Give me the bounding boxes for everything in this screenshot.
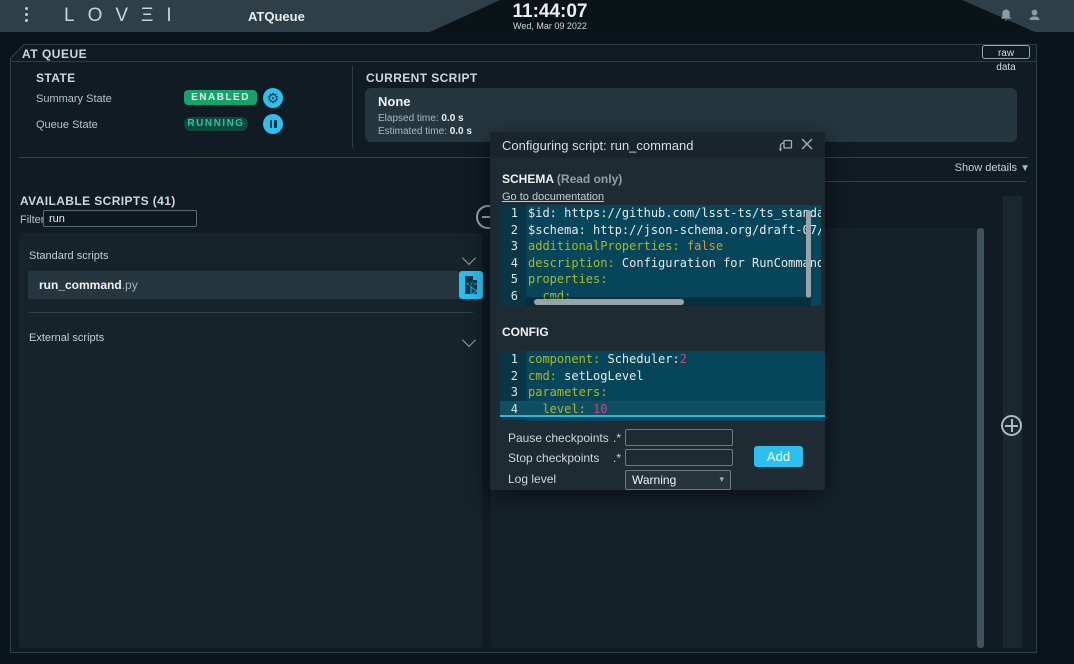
navbar-right-section	[962, 0, 1074, 32]
schema-horizontal-scrollbar[interactable]	[534, 299, 684, 305]
view-title: ATQueue	[248, 9, 305, 24]
raw-data-button[interactable]: raw data	[982, 45, 1030, 59]
code-line: 4description: Configuration for RunComma…	[500, 255, 821, 272]
code-line: 1$id: https://github.com/lsst-ts/ts_stan…	[500, 205, 821, 222]
code-line: 2$schema: http://json-schema.org/draft-0…	[500, 222, 821, 239]
queue-state-badge: RUNNING	[184, 117, 248, 131]
summary-state-label: Summary State	[36, 93, 112, 105]
top-navbar: LOVΞI ATQueue 11:44:07 Wed, Mar 09 2022	[0, 0, 1074, 32]
pause-checkpoints-label: Pause checkpoints	[508, 431, 609, 445]
config-editor[interactable]: 1component: Scheduler:22cmd: setLogLevel…	[500, 351, 825, 421]
stop-checkpoints-label: Stop checkpoints	[508, 451, 599, 465]
schema-heading: SCHEMA (Read only)	[502, 172, 622, 186]
detach-window-icon[interactable]	[779, 139, 793, 157]
stop-checkpoints-row: Stop checkpoints .*	[508, 449, 748, 466]
code-line: 5properties:	[500, 271, 821, 288]
current-script-name: None	[378, 94, 411, 109]
external-scripts-group[interactable]: External scripts	[19, 327, 482, 351]
code-line: 1component: Scheduler:2	[500, 351, 825, 368]
available-scripts-list: Standard scripts run_command.py </> Exte…	[19, 233, 482, 648]
configure-script-modal: Configuring script: run_command SCHEMA (…	[490, 132, 825, 490]
chevron-down-icon	[462, 251, 476, 265]
gear-icon: ⚙	[267, 88, 280, 108]
schema-editor[interactable]: 1$id: https://github.com/lsst-ts/ts_stan…	[500, 205, 821, 306]
panel-title: AT QUEUE	[22, 47, 87, 61]
regex-hint: .*	[613, 451, 621, 465]
state-script-divider	[352, 66, 353, 148]
menu-dots-icon[interactable]	[25, 7, 29, 25]
configure-script-button[interactable]: </>	[459, 271, 483, 299]
stop-checkpoints-input[interactable]	[625, 449, 733, 466]
add-circle-icon[interactable]	[1001, 415, 1022, 436]
documentation-link[interactable]: Go to documentation	[502, 191, 604, 203]
close-icon[interactable]	[800, 137, 814, 156]
code-line: 2cmd: setLogLevel	[500, 368, 825, 385]
code-line: 3additionalProperties: false	[500, 238, 821, 255]
love-atqueue-screen: LOVΞI ATQueue 11:44:07 Wed, Mar 09 2022 …	[0, 0, 1074, 664]
summary-state-badge: ENABLED	[184, 90, 257, 105]
log-level-select[interactable]: Warning ▾	[625, 470, 731, 490]
clock-time: 11:44:07	[460, 2, 640, 22]
pause-checkpoints-row: Pause checkpoints .*	[508, 429, 748, 446]
queue-scrollbar[interactable]	[977, 228, 984, 648]
clock-date: Wed, Mar 09 2022	[460, 22, 640, 31]
external-scripts-label: External scripts	[29, 332, 104, 344]
summary-state-gear-button[interactable]: ⚙	[263, 88, 283, 108]
estimated-time-row: Estimated time: 0.0 s	[378, 126, 472, 137]
log-level-row: Log level Warning ▾	[508, 470, 748, 487]
pause-queue-button[interactable]	[263, 114, 283, 134]
panel-header-divider	[11, 61, 1036, 62]
log-level-label: Log level	[508, 472, 556, 486]
code-line: 4 level: 10	[500, 401, 825, 418]
log-level-value: Warning	[632, 473, 676, 487]
group-divider	[28, 312, 473, 313]
pause-icon	[270, 120, 277, 128]
pause-checkpoints-input[interactable]	[625, 429, 733, 446]
love-logo: LOVΞI	[64, 5, 185, 27]
notifications-bell-icon[interactable]	[998, 8, 1014, 29]
schema-vertical-scrollbar[interactable]	[806, 210, 811, 298]
chevron-down-icon: ▼	[1020, 163, 1030, 174]
chevron-down-icon	[462, 333, 476, 347]
modal-title: Configuring script: run_command	[502, 138, 693, 153]
modal-titlebar: Configuring script: run_command	[490, 132, 825, 158]
current-script-heading: CURRENT SCRIPT	[366, 71, 478, 85]
user-icon[interactable]	[1026, 8, 1043, 29]
script-launch-icon: </>	[463, 275, 479, 295]
script-name: run_command.py	[39, 278, 138, 292]
dropdown-arrow-icon: ▾	[719, 474, 724, 485]
code-line: 3parameters:	[500, 384, 825, 401]
standard-scripts-label: Standard scripts	[29, 250, 108, 262]
config-heading: CONFIG	[502, 325, 549, 339]
add-button[interactable]: Add	[754, 446, 803, 467]
show-details-toggle[interactable]: Show details ▼	[900, 162, 1030, 174]
state-heading: STATE	[36, 71, 76, 85]
script-item-run-command[interactable]: run_command.py	[28, 271, 459, 299]
filter-input[interactable]	[43, 210, 197, 227]
elapsed-time-row: Elapsed time: 0.0 s	[378, 113, 464, 124]
regex-hint: .*	[613, 431, 621, 445]
standard-scripts-group[interactable]: Standard scripts	[19, 245, 482, 269]
queue-state-label: Queue State	[36, 119, 98, 131]
available-scripts-heading: AVAILABLE SCRIPTS (41)	[20, 194, 176, 208]
clock: 11:44:07 Wed, Mar 09 2022	[460, 0, 640, 31]
